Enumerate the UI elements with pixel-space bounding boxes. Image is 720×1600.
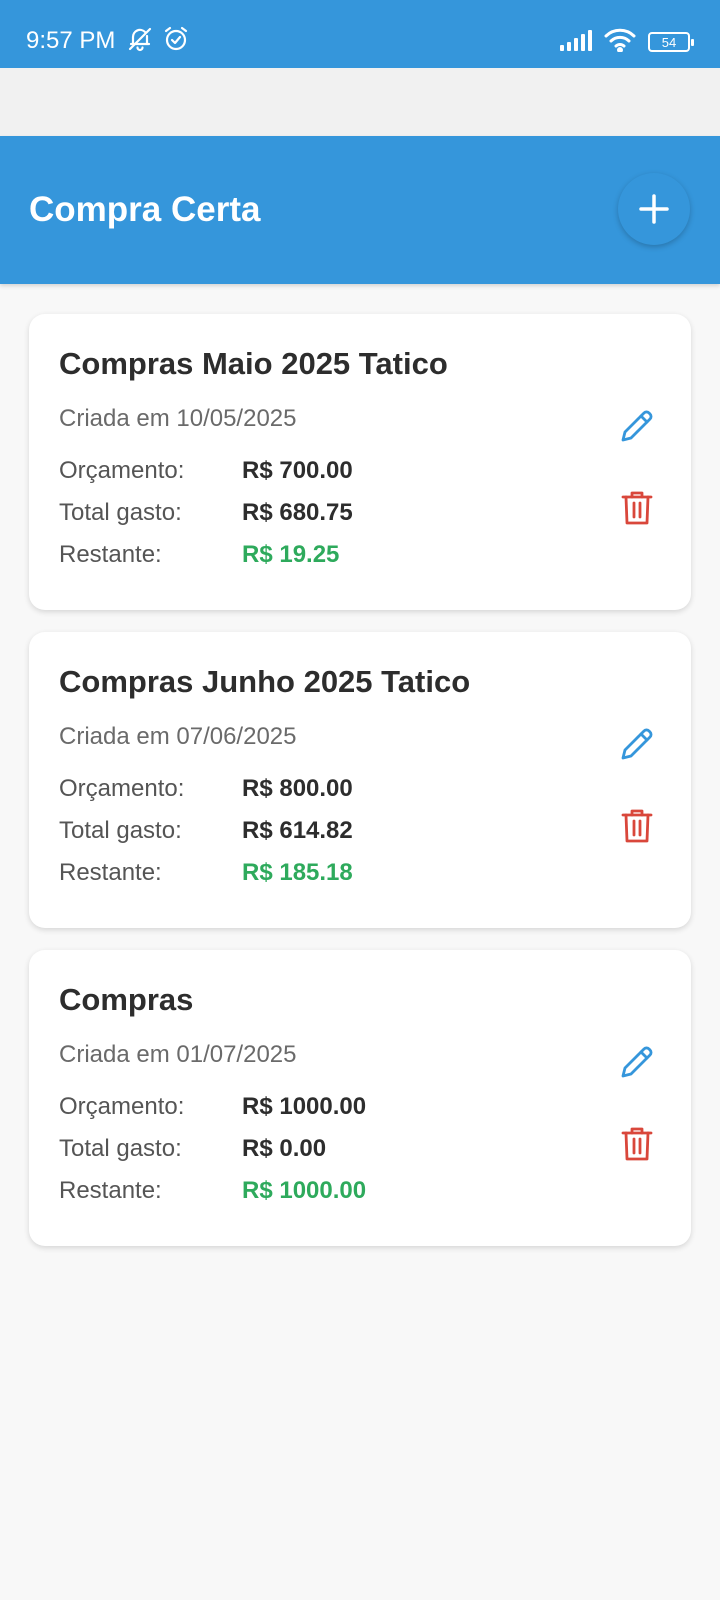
status-icons-left xyxy=(126,26,190,56)
shopping-list-card[interactable]: Compras Criada em 01/07/2025 Orçamento: … xyxy=(29,950,691,1246)
remaining-value: R$ 185.18 xyxy=(242,859,353,886)
alarm-icon xyxy=(162,25,190,58)
add-list-button[interactable] xyxy=(618,173,690,245)
mute-notifications-icon xyxy=(126,25,154,58)
top-spacer xyxy=(0,68,720,136)
list-title: Compras Maio 2025 Tatico xyxy=(59,346,448,381)
edit-list-button[interactable] xyxy=(607,1032,667,1092)
list-created-date: Criada em 07/06/2025 xyxy=(59,723,297,750)
status-bar: 9:57 PM 54 xyxy=(0,0,720,68)
spent-label: Total gasto: xyxy=(59,1135,182,1162)
trash-icon xyxy=(621,491,653,525)
spent-value: R$ 614.82 xyxy=(242,817,353,844)
pencil-icon xyxy=(621,1046,653,1078)
pencil-icon xyxy=(621,728,653,760)
budget-label: Orçamento: xyxy=(59,457,185,484)
shopping-list-card[interactable]: Compras Maio 2025 Tatico Criada em 10/05… xyxy=(29,314,691,610)
trash-icon xyxy=(621,809,653,843)
trash-icon xyxy=(621,1127,653,1161)
spent-label: Total gasto: xyxy=(59,499,182,526)
budget-value: R$ 700.00 xyxy=(242,457,353,484)
edit-list-button[interactable] xyxy=(607,714,667,774)
delete-list-button[interactable] xyxy=(607,1114,667,1174)
list-title: Compras Junho 2025 Tatico xyxy=(59,664,471,699)
shopping-list-card[interactable]: Compras Junho 2025 Tatico Criada em 07/0… xyxy=(29,632,691,928)
plus-icon xyxy=(639,194,669,224)
delete-list-button[interactable] xyxy=(607,796,667,856)
remaining-label: Restante: xyxy=(59,541,162,568)
edit-list-button[interactable] xyxy=(607,396,667,456)
signal-icon xyxy=(560,29,592,56)
app-header: Compra Certa xyxy=(0,136,720,284)
app-title: Compra Certa xyxy=(29,190,261,229)
spent-value: R$ 0.00 xyxy=(242,1135,327,1162)
status-icons-right: 54 xyxy=(560,28,694,57)
remaining-value: R$ 19.25 xyxy=(242,541,340,568)
budget-label: Orçamento: xyxy=(59,775,185,802)
spent-label: Total gasto: xyxy=(59,817,182,844)
status-time: 9:57 PM xyxy=(26,27,116,54)
remaining-label: Restante: xyxy=(59,1177,162,1204)
spent-value: R$ 680.75 xyxy=(242,499,353,526)
remaining-value: R$ 1000.00 xyxy=(242,1177,367,1204)
list-created-date: Criada em 01/07/2025 xyxy=(59,1041,297,1068)
list-title: Compras xyxy=(59,982,194,1017)
remaining-label: Restante: xyxy=(59,859,162,886)
battery-level: 54 xyxy=(661,34,677,50)
budget-label: Orçamento: xyxy=(59,1093,185,1120)
budget-value: R$ 1000.00 xyxy=(242,1093,367,1120)
wifi-icon xyxy=(604,28,636,57)
pencil-icon xyxy=(621,410,653,442)
budget-value: R$ 800.00 xyxy=(242,775,353,802)
battery-icon: 54 xyxy=(648,32,694,52)
list-created-date: Criada em 10/05/2025 xyxy=(59,405,297,432)
delete-list-button[interactable] xyxy=(607,478,667,538)
